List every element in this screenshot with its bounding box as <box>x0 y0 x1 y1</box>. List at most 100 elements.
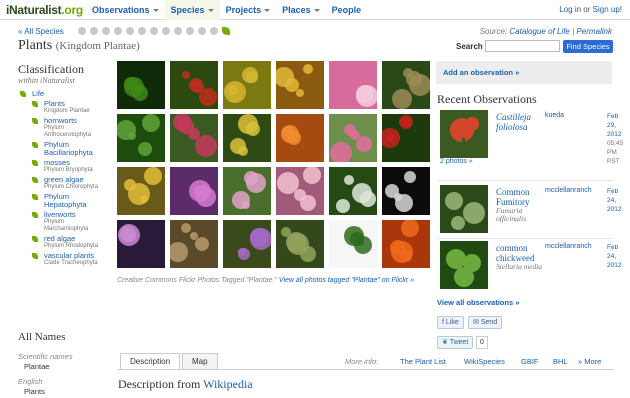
flickr-photo[interactable] <box>382 220 430 268</box>
signup-link[interactable]: Sign up! <box>593 5 622 14</box>
observation-user[interactable]: mcclellanranch <box>545 187 592 194</box>
tweet-button[interactable]: ❦ Tweet <box>437 336 474 349</box>
taxon-link[interactable]: vascular plants <box>44 252 110 260</box>
flickr-photo[interactable] <box>382 114 430 162</box>
photo-credit: Creative Commons Flickr Photos Tagged "P… <box>117 276 427 286</box>
nav-observations[interactable]: Observations <box>86 0 165 20</box>
protozoa-icon[interactable] <box>198 27 206 35</box>
observation-thumbnail[interactable] <box>440 241 488 289</box>
more-links-link[interactable]: » More <box>578 357 601 366</box>
fish-icon[interactable] <box>138 27 146 35</box>
taxon-link[interactable]: Phylum Hepatophyta <box>44 193 110 209</box>
taxon-link[interactable]: Phylum Bacillariophyta <box>44 141 110 157</box>
observation-user[interactable]: kueda <box>545 112 564 119</box>
observation-date[interactable]: Feb 24, 2012 <box>607 187 621 214</box>
observation-common-name[interactable]: Common Fumitory <box>496 187 530 207</box>
plants-leaf-icon[interactable] <box>222 27 230 35</box>
view-all-photos-link[interactable]: View all photos tagged "Plantae" on Flic… <box>279 277 414 284</box>
flickr-photo[interactable] <box>329 114 377 162</box>
find-species-button[interactable]: Find Species <box>563 40 613 53</box>
observation-date[interactable]: Feb 29, 2012 05:45 PM PST <box>607 112 623 166</box>
observation-thumbnail[interactable] <box>440 110 488 158</box>
observation-user[interactable]: mcclellanranch <box>545 243 592 250</box>
observation-name[interactable]: Castilleja foliolosa <box>496 112 544 132</box>
gbif-link[interactable]: GBIF <box>521 357 539 366</box>
classification-node: Phylum Hepatophyta <box>32 193 110 209</box>
animals-icon[interactable] <box>78 27 86 35</box>
flickr-photo[interactable] <box>117 61 165 109</box>
login-link[interactable]: Log in <box>559 5 581 14</box>
observation-photos-link[interactable]: 2 photos » <box>440 158 473 165</box>
view-all-observations-link[interactable]: View all observations » <box>437 298 519 307</box>
classification-node: Phylum Bacillariophyta <box>32 141 110 157</box>
tab-description[interactable]: Description <box>120 353 181 370</box>
observation-name[interactable]: Common Fumitory Fumaria officinalis <box>496 187 544 223</box>
flickr-photo[interactable] <box>329 61 377 109</box>
tab-map[interactable]: Map <box>182 353 218 370</box>
flickr-photo[interactable] <box>382 61 430 109</box>
nav-species[interactable]: Species <box>164 0 220 20</box>
flickr-photo[interactable] <box>117 114 165 162</box>
taxon-link[interactable]: liverworts <box>44 211 110 219</box>
nav-places[interactable]: Places <box>276 0 326 20</box>
flickr-photo[interactable] <box>329 167 377 215</box>
birds-icon[interactable] <box>90 27 98 35</box>
taxon-link[interactable]: Plants <box>44 100 110 108</box>
flickr-photo[interactable] <box>329 220 377 268</box>
source-link[interactable]: Catalogue of Life <box>509 27 570 36</box>
search-input[interactable] <box>485 40 560 52</box>
flickr-photo[interactable] <box>276 167 324 215</box>
flickr-photo[interactable] <box>276 114 324 162</box>
flickr-photo[interactable] <box>117 220 165 268</box>
taxon-link[interactable]: hornworts <box>44 117 110 125</box>
observation-name[interactable]: common chickweed Stellaria media <box>496 243 544 271</box>
inaturalist-logo[interactable]: iNaturalist.org <box>6 3 83 17</box>
mammals-icon[interactable] <box>126 27 134 35</box>
add-observation-link[interactable]: Add an observation » <box>436 61 612 84</box>
flickr-photo[interactable] <box>223 167 271 215</box>
facebook-send-button[interactable]: ✉ Send <box>468 316 503 329</box>
scientific-name-value: Plantae <box>24 362 50 371</box>
amphibians-icon[interactable] <box>102 27 110 35</box>
chromista-icon[interactable] <box>210 27 218 35</box>
plant-list-link[interactable]: The Plant List <box>400 357 446 366</box>
observation-date[interactable]: Feb 24, 2012 <box>607 243 621 270</box>
all-species-link[interactable]: « All Species <box>18 27 64 36</box>
observation-common-name[interactable]: common chickweed <box>496 243 534 263</box>
flickr-photo[interactable] <box>170 114 218 162</box>
mollusks-icon[interactable] <box>150 27 158 35</box>
nav-projects[interactable]: Projects <box>220 0 277 20</box>
observation-thumbnail[interactable] <box>440 185 488 233</box>
facebook-like-button[interactable]: f Like <box>437 316 464 329</box>
flickr-photo[interactable] <box>170 61 218 109</box>
flickr-photo[interactable] <box>382 167 430 215</box>
bhl-link[interactable]: BHL <box>553 357 568 366</box>
arachnids-icon[interactable] <box>162 27 170 35</box>
taxon-rank-label: Clade Tracheophyta <box>44 260 98 266</box>
taxon-link[interactable]: red algae <box>44 235 110 243</box>
flickr-photo[interactable] <box>276 61 324 109</box>
wikipedia-link[interactable]: Wikipedia <box>203 377 253 391</box>
more-info-label: More info: <box>345 357 379 366</box>
taxon-link[interactable]: green algae <box>44 176 110 184</box>
reptiles-icon[interactable] <box>114 27 122 35</box>
fungi-icon[interactable] <box>186 27 194 35</box>
taxon-link[interactable]: Life <box>32 90 110 98</box>
flickr-photo[interactable] <box>276 220 324 268</box>
classification-node: hornworts Phylum Anthocerotophyta <box>32 117 110 139</box>
wikispecies-link[interactable]: WikiSpecies <box>464 357 505 366</box>
flickr-photo[interactable] <box>223 114 271 162</box>
observation-common-name[interactable]: Castilleja foliolosa <box>496 112 531 132</box>
insects-icon[interactable] <box>174 27 182 35</box>
flickr-photo[interactable] <box>170 220 218 268</box>
flickr-photo[interactable] <box>170 167 218 215</box>
nav-people[interactable]: People <box>326 0 368 20</box>
like-label: Like <box>445 319 459 326</box>
flickr-photo[interactable] <box>117 167 165 215</box>
permalink-link[interactable]: Permalink <box>576 27 612 36</box>
flickr-photo[interactable] <box>223 61 271 109</box>
date-line: Feb <box>607 244 619 251</box>
classification-node: liverworts Phylum Marchantiophyta <box>32 211 110 233</box>
flickr-photo[interactable] <box>223 220 271 268</box>
taxon-link[interactable]: mosses <box>44 159 110 167</box>
